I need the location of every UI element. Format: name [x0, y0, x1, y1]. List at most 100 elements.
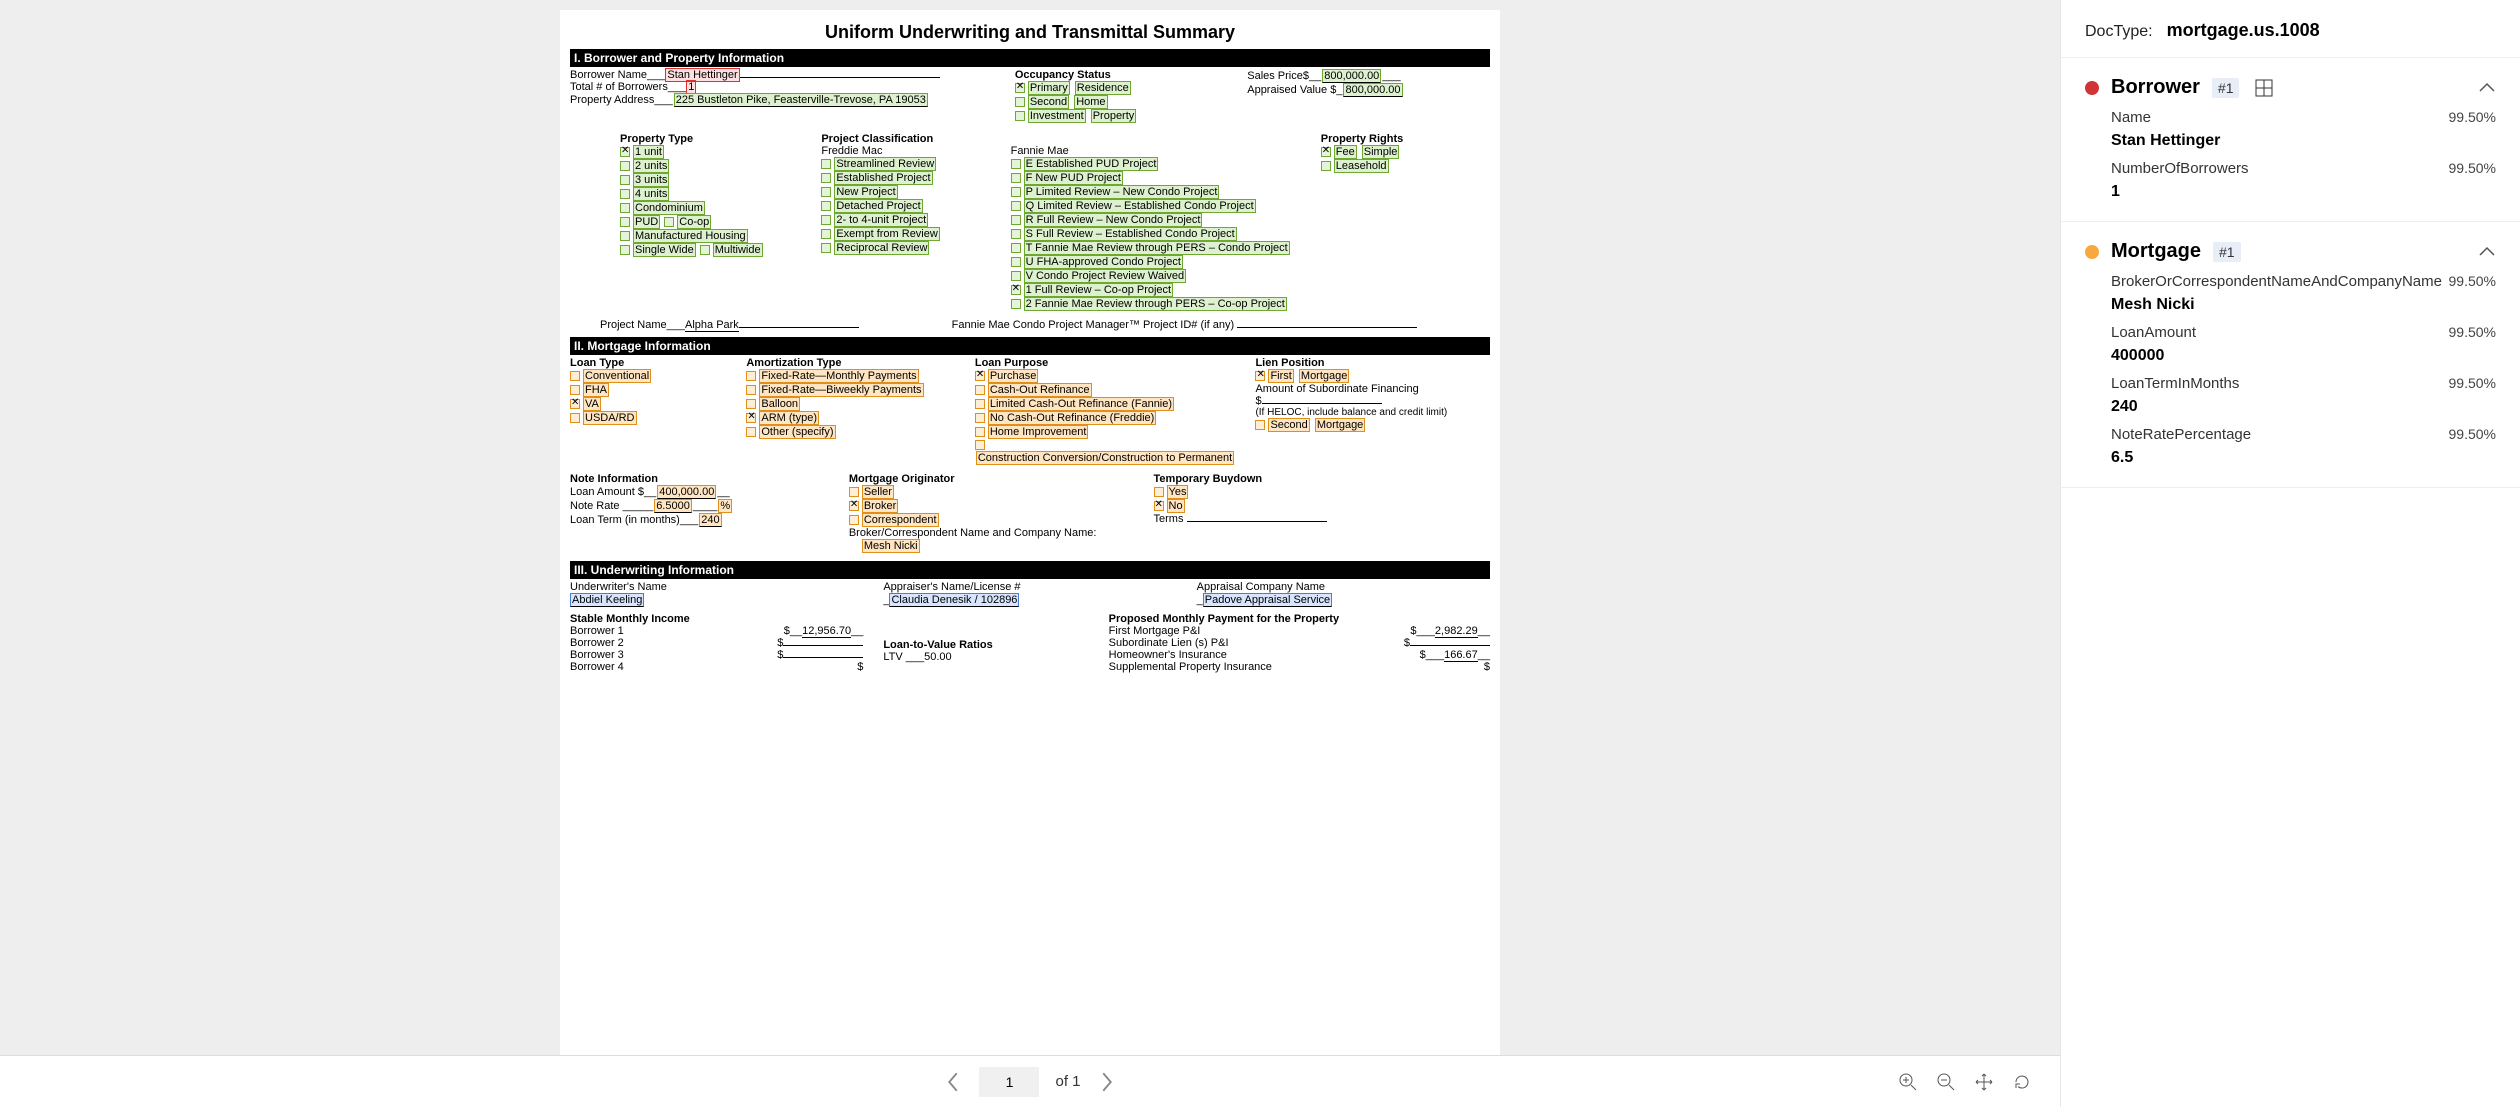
lt-conv: Conventional — [583, 369, 651, 383]
fr-0: Streamlined Review — [834, 157, 936, 171]
b4-label: Borrower 4 — [570, 661, 837, 673]
field-name: Name — [2111, 109, 2151, 126]
chevron-up-icon[interactable] — [2478, 246, 2496, 258]
pt-single: Single Wide — [633, 243, 696, 257]
zoom-out-icon[interactable] — [1936, 1072, 1956, 1092]
occ-primary-b: Residence — [1075, 81, 1131, 95]
sidebar-field[interactable]: NumberOfBorrowers 99.50% 1 — [2085, 150, 2496, 201]
fm-9: 1 Full Review – Co-op Project — [1024, 283, 1174, 297]
field-value: 400000 — [2111, 347, 2496, 365]
pt-pud: PUD — [633, 215, 660, 229]
pt-coop: Co-op — [677, 215, 711, 229]
amort-label: Amortization Type — [746, 357, 954, 369]
group-title: Mortgage — [2111, 240, 2201, 263]
ltv-value: 50.00 — [924, 651, 952, 663]
appr-name-value: Claudia Denesik / 102896 — [889, 593, 1019, 607]
group-title: Borrower — [2111, 76, 2200, 99]
field-value: Stan Hettinger — [2111, 132, 2496, 150]
pt-2units: 2 units — [633, 159, 669, 173]
fm-5: S Full Review – Established Condo Projec… — [1024, 227, 1237, 241]
doctype-row: DocType: mortgage.us.1008 — [2061, 0, 2520, 57]
fm-6: T Fannie Mae Review through PERS – Condo… — [1024, 241, 1290, 255]
fm-10: 2 Fannie Mae Review through PERS – Co-op… — [1024, 297, 1287, 311]
lp-3: No Cash-Out Refinance (Freddie) — [988, 411, 1156, 425]
document-page: Uniform Underwriting and Transmittal Sum… — [560, 10, 1500, 1055]
fm-8: V Condo Project Review Waived — [1024, 269, 1187, 283]
lien-first-b: Mortgage — [1299, 369, 1349, 383]
lp-2: Limited Cash-Out Refinance (Fannie) — [988, 397, 1174, 411]
pt-mfg: Manufactured Housing — [633, 229, 748, 243]
section1-header: I. Borrower and Property Information — [570, 49, 1490, 67]
field-name: NumberOfBorrowers — [2111, 160, 2249, 177]
sidebar-group: Mortgage #1 BrokerOrCorrespondentNameAnd… — [2061, 222, 2520, 471]
page-of-label: of 1 — [1055, 1073, 1080, 1090]
sidebar-field[interactable]: Name 99.50% Stan Hettinger — [2085, 99, 2496, 150]
property-rights-label: Property Rights — [1321, 133, 1490, 145]
pmp2: Subordinate Lien (s) P&I — [1109, 637, 1384, 649]
pmp4: Supplemental Property Insurance — [1109, 661, 1464, 673]
sidebar-field[interactable]: LoanTermInMonths 99.50% 240 — [2085, 365, 2496, 416]
page-number-input[interactable] — [979, 1067, 1039, 1097]
property-address-value: 225 Bustleton Pike, Feasterville-Trevose… — [674, 93, 928, 107]
loan-purpose-label: Loan Purpose — [975, 357, 1236, 369]
zoom-in-icon[interactable] — [1898, 1072, 1918, 1092]
b1-label: Borrower 1 — [570, 625, 764, 637]
bc-label: Broker/Correspondent Name and Company Na… — [849, 527, 1134, 539]
group-dot-icon — [2085, 81, 2099, 95]
document-viewer: Uniform Underwriting and Transmittal Sum… — [0, 0, 2060, 1107]
document-canvas[interactable]: Uniform Underwriting and Transmittal Sum… — [0, 0, 2060, 1055]
chevron-up-icon[interactable] — [2478, 82, 2496, 94]
lp-5: Construction Conversion/Construction to … — [976, 451, 1234, 465]
field-confidence: 99.50% — [2449, 426, 2496, 442]
rotate-icon[interactable] — [2012, 1072, 2032, 1092]
lt-fha: FHA — [583, 383, 609, 397]
loan-term-label: Loan Term (in months) — [570, 514, 680, 526]
freddie-label: Freddie Mac — [821, 145, 990, 157]
lien-second-b: Mortgage — [1315, 418, 1365, 432]
uw-name-value: Abdiel Keeling — [570, 593, 644, 607]
fr-2: New Project — [834, 185, 897, 199]
dollar: $ — [1255, 395, 1261, 407]
viewer-toolbar: of 1 — [0, 1055, 2060, 1107]
page-title: Uniform Underwriting and Transmittal Sum… — [570, 22, 1490, 43]
fr-3: Detached Project — [834, 199, 922, 213]
sidebar-field[interactable]: NoteRatePercentage 99.50% 6.5 — [2085, 416, 2496, 467]
appraised-value: 800,000.00 — [1343, 83, 1402, 97]
sidebar: DocType: mortgage.us.1008 Borrower #1 Na… — [2060, 0, 2520, 1107]
lp-1: Cash-Out Refinance — [988, 383, 1092, 397]
sidebar-field[interactable]: BrokerOrCorrespondentNameAndCompanyName … — [2085, 263, 2496, 314]
pmp1: First Mortgage P&I — [1109, 625, 1391, 637]
fm-4: R Full Review – New Condo Project — [1024, 213, 1203, 227]
prev-page-button[interactable] — [943, 1072, 963, 1092]
field-name: LoanAmount — [2111, 324, 2196, 341]
fr-6: Reciprocal Review — [834, 241, 929, 255]
field-confidence: 99.50% — [2449, 324, 2496, 340]
appr-co-label: Appraisal Company Name — [1197, 581, 1490, 593]
note-rate-value: 6.5000 — [654, 499, 692, 513]
sidebar-group: Borrower #1 Name 99.50% Stan Hettinger N… — [2061, 58, 2520, 205]
occ-second: Second — [1028, 95, 1069, 109]
loan-type-label: Loan Type — [570, 357, 726, 369]
property-type-label: Property Type — [620, 133, 801, 145]
tb-yes: Yes — [1167, 485, 1189, 499]
pr-simple: Simple — [1362, 145, 1400, 159]
sidebar-field[interactable]: LoanAmount 99.50% 400000 — [2085, 314, 2496, 365]
total-borrowers-label: Total # of Borrowers — [570, 81, 668, 93]
grid-icon[interactable] — [2255, 79, 2273, 97]
am-2: Balloon — [759, 397, 800, 411]
property-address-label: Property Address — [570, 94, 654, 106]
fr-4: 2- to 4-unit Project — [834, 213, 928, 227]
mo-seller: Seller — [862, 485, 894, 499]
smi-label: Stable Monthly Income — [570, 613, 863, 625]
field-value: 6.5 — [2111, 449, 2496, 467]
pan-icon[interactable] — [1974, 1072, 1994, 1092]
subfin-label: Amount of Subordinate Financing — [1255, 383, 1490, 395]
mo-broker: Broker — [862, 499, 898, 513]
loan-term-value: 240 — [699, 513, 721, 527]
fr-5: Exempt from Review — [834, 227, 939, 241]
heloc-label: (If HELOC, include balance and credit li… — [1255, 407, 1490, 418]
next-page-button[interactable] — [1097, 1072, 1117, 1092]
doctype-value: mortgage.us.1008 — [2167, 20, 2320, 41]
field-name: BrokerOrCorrespondentNameAndCompanyName — [2111, 273, 2442, 290]
note-rate-label: Note Rate — [570, 500, 620, 512]
